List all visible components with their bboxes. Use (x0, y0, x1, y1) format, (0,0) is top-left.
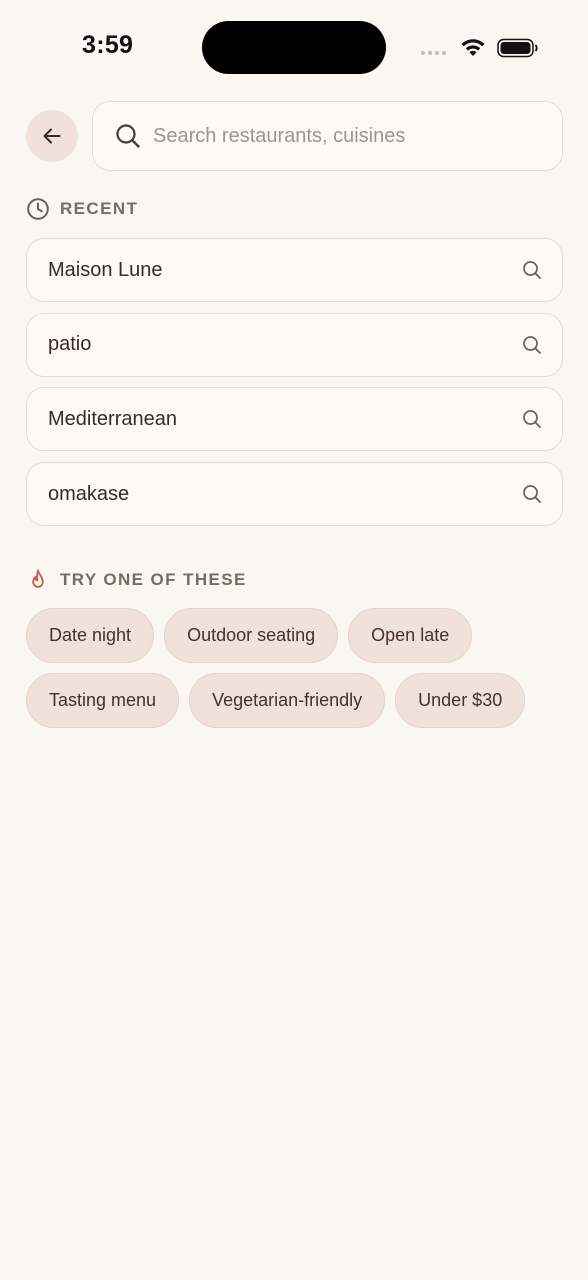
recent-item[interactable]: omakase (26, 462, 563, 527)
battery-icon (497, 38, 538, 58)
chip-row: Date night Outdoor seating Open late (26, 608, 566, 663)
chip-outdoor-seating[interactable]: Outdoor seating (164, 608, 339, 663)
back-button[interactable] (26, 110, 78, 162)
chip-tasting-menu[interactable]: Tasting menu (26, 673, 180, 728)
flame-icon (32, 569, 44, 588)
recent-item[interactable]: patio (26, 312, 563, 377)
dynamic-island (202, 21, 386, 74)
chip-row: Tasting menu Vegetarian-friendly Under $… (26, 673, 566, 728)
chip-under-30[interactable]: Under $30 (395, 673, 526, 728)
recent-item-label: omakase (48, 482, 130, 505)
suggestions-label: TRY ONE OF THESE (60, 570, 247, 589)
recent-header: RECENT (26, 197, 138, 221)
search-icon (523, 485, 541, 503)
suggestion-chips: Date night Outdoor seating Open late Tas… (26, 608, 566, 738)
wifi-icon (461, 39, 485, 56)
search-icon (116, 124, 140, 148)
recent-item-label: patio (48, 333, 92, 356)
recent-label: RECENT (60, 199, 139, 218)
recent-item[interactable]: Mediterranean (26, 387, 563, 452)
clock-icon (27, 198, 49, 220)
chip-open-late[interactable]: Open late (348, 608, 473, 663)
recent-item-label: Maison Lune (48, 258, 163, 281)
recent-item[interactable]: Maison Lune (26, 238, 563, 302)
search-input[interactable] (153, 124, 533, 148)
search-icon (523, 410, 541, 429)
recent-list: Maison Lune patio Mediterranean omakase (26, 238, 563, 537)
recent-item-label: Mediterranean (48, 407, 177, 430)
chip-vegetarian-friendly[interactable]: Vegetarian-friendly (189, 673, 386, 728)
suggestions-header: TRY ONE OF THESE (26, 568, 247, 592)
arrow-left-icon (43, 128, 61, 144)
cellular-signal-icon (421, 51, 446, 55)
status-bar: 3:59 (0, 0, 588, 96)
search-icon (523, 261, 541, 279)
search-field[interactable] (92, 101, 563, 171)
chip-date-night[interactable]: Date night (26, 608, 155, 663)
search-icon (523, 335, 541, 354)
status-time: 3:59 (82, 31, 134, 59)
